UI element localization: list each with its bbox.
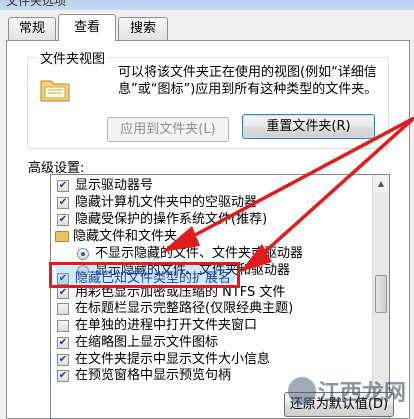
- checkbox[interactable]: [57, 303, 69, 315]
- tab-general[interactable]: 常规: [8, 17, 56, 40]
- checkbox[interactable]: ✔: [57, 370, 69, 382]
- checkbox[interactable]: ✔: [57, 337, 69, 349]
- title-bar: 文件夹选项: [0, 0, 414, 10]
- highlight-box-annotation: [49, 262, 240, 288]
- tab-view[interactable]: 查看: [58, 14, 116, 41]
- reset-folders-button[interactable]: 重置文件夹(R): [242, 114, 375, 139]
- folder-views-title: 文件夹视图: [37, 48, 109, 67]
- window-title: 文件夹选项: [6, 0, 67, 8]
- folder-views-description: 可以将该文件夹正在使用的视图(例如“详细信息”或“图标”)应用到所有这种类型的文…: [118, 65, 378, 97]
- scroll-up-icon[interactable]: ▲: [373, 175, 389, 192]
- checkbox[interactable]: ✔: [57, 354, 69, 366]
- watermark-text: 江西龙网: [317, 380, 406, 406]
- checkbox[interactable]: [57, 320, 69, 332]
- radio-button[interactable]: [77, 248, 89, 260]
- checkbox[interactable]: ✔: [57, 287, 69, 299]
- checkbox[interactable]: ✔: [57, 214, 69, 226]
- watermark-logo-icon: [288, 377, 316, 405]
- scroll-thumb[interactable]: [375, 275, 387, 313]
- apply-to-folders-button[interactable]: 应用到文件夹(L): [107, 117, 229, 142]
- checkbox[interactable]: ✔: [57, 197, 69, 209]
- folder-icon: [55, 231, 69, 242]
- tab-search[interactable]: 搜索: [118, 17, 168, 40]
- folder-icon: [40, 80, 70, 102]
- checkbox[interactable]: ✔: [57, 180, 69, 192]
